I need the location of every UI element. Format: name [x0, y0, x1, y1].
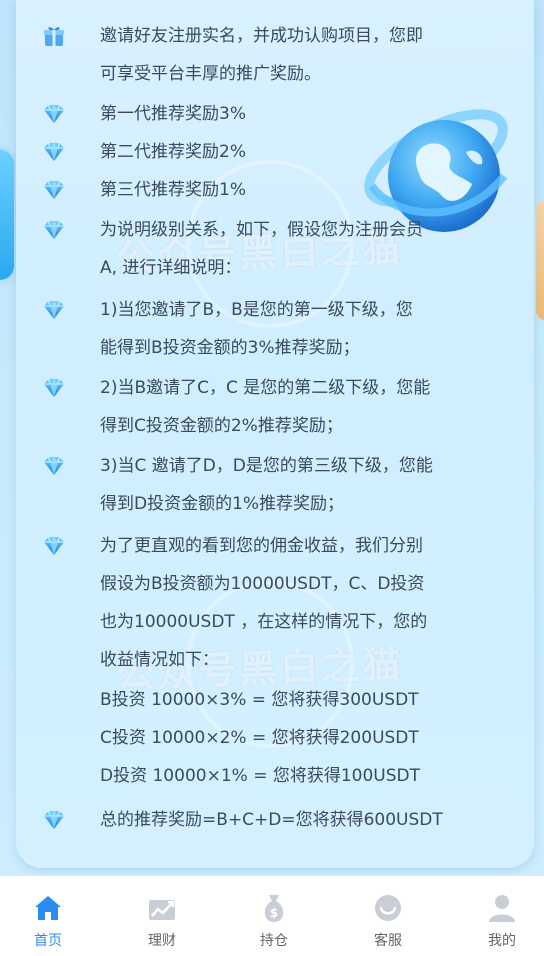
level-line-2: 得到C投资金额的2%推荐奖励； [100, 416, 343, 436]
total-text: 总的推荐奖励=B+C+D=您将获得600USDT [100, 810, 443, 830]
svg-text:$: $ [270, 906, 278, 920]
example-line-2: 假设为B投资额为10000USDT，C、D投资 [100, 574, 425, 594]
user-icon [489, 895, 515, 922]
example-line-1: 为了更直观的看到您的佣金收益，我们分别 [100, 536, 423, 556]
diamond-icon [42, 454, 66, 478]
tab-finance[interactable]: 理财 [108, 876, 216, 956]
diamond-icon [42, 808, 66, 832]
gift-icon [44, 27, 64, 46]
tab-mine[interactable]: 我的 [448, 876, 544, 956]
reward-text: 第三代推荐奖励1% [100, 180, 246, 200]
explain-line-2: A, 进行详细说明： [100, 258, 242, 278]
calc-line: D投资 10000×1% = 您将获得100USDT [100, 766, 420, 786]
invite-rules-card: 公众号黑白之猫 公众号黑白之猫 邀请好友注册实名，并成功认购项目，您即 可享受平… [16, 0, 534, 868]
tab-label: 客服 [374, 932, 402, 948]
tab-label: 理财 [148, 932, 176, 948]
level-line-1: 3)当C 邀请了D，D是您的第三级下级，您能 [100, 456, 433, 476]
calc-line: C投资 10000×2% = 您将获得200USDT [100, 728, 419, 748]
diamond-icon [42, 534, 66, 558]
level-line-2: 能得到B投资金额的3%推荐奖励； [100, 338, 360, 358]
home-icon [35, 896, 61, 920]
money-bag-icon: $ [264, 895, 284, 922]
calc-line: B投资 10000×3% = 您将获得300USDT [100, 690, 419, 710]
decor-right-strip [536, 200, 544, 320]
diamond-icon [42, 376, 66, 400]
reward-text: 第一代推荐奖励3% [100, 104, 246, 124]
explain-line-1: 为说明级别关系，如下，假设您为注册会员 [100, 220, 423, 240]
diamond-icon [42, 178, 66, 202]
bottom-tab-bar: 首页 理财 $ 持仓 客服 我的 [0, 875, 544, 956]
level-line-2: 得到D投资金额的1%推荐奖励； [100, 494, 345, 514]
tab-label: 持仓 [260, 932, 288, 948]
tab-holdings[interactable]: $ 持仓 [220, 876, 328, 956]
level-line-1: 1)当您邀请了B，B是您的第一级下级，您 [100, 300, 413, 320]
diamond-icon [42, 218, 66, 242]
tab-label: 我的 [488, 932, 516, 948]
intro-line-2: 可享受平台丰厚的推广奖励。 [100, 64, 321, 84]
diamond-icon [42, 298, 66, 322]
example-line-4: 收益情况如下： [100, 650, 219, 670]
tab-home[interactable]: 首页 [0, 876, 102, 956]
intro-line-1: 邀请好友注册实名，并成功认购项目，您即 [100, 26, 423, 46]
tab-label: 首页 [34, 932, 62, 948]
chart-icon [149, 900, 175, 920]
level-line-1: 2)当B邀请了C，C 是您的第二级下级，您能 [100, 378, 431, 398]
diamond-icon [42, 140, 66, 164]
service-icon [375, 895, 401, 921]
diamond-icon [42, 102, 66, 126]
decor-left-strip [0, 150, 14, 280]
reward-text: 第二代推荐奖励2% [100, 142, 246, 162]
example-line-3: 也为10000USDT ，在这样的情况下，您的 [100, 612, 428, 632]
tab-service[interactable]: 客服 [334, 876, 442, 956]
